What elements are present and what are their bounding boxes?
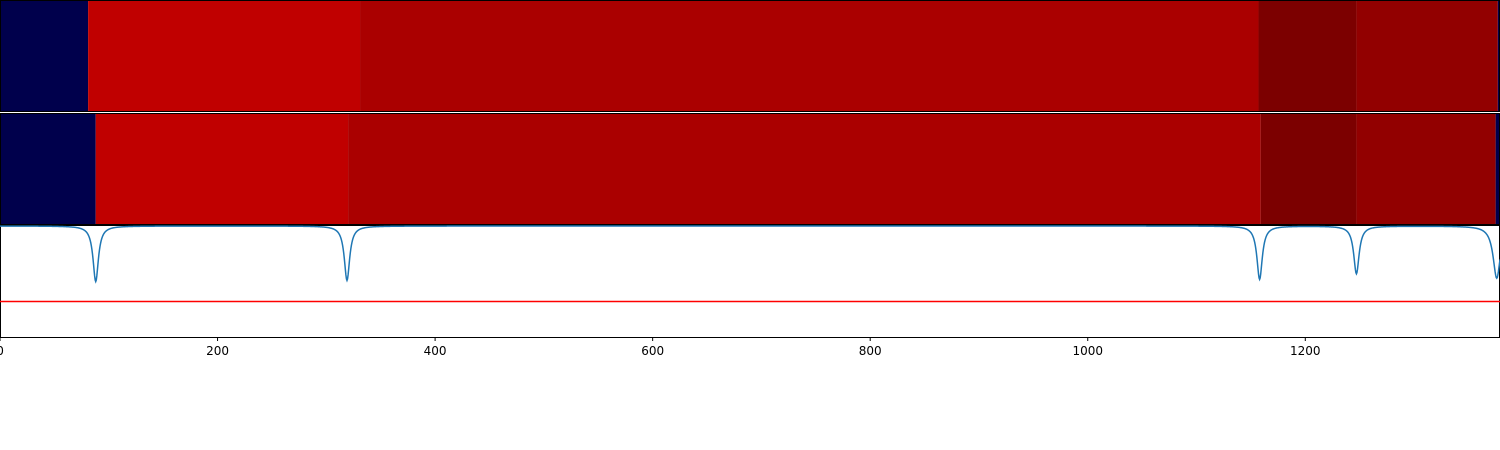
segmentation-figure: 0 200 400 600 800 1000 1200 [0,0,1500,358]
track-1-segment-3 [360,0,1259,112]
x-axis: 0 200 400 600 800 1000 1200 [0,337,1321,358]
x-tick-label: 0 [0,344,4,358]
x-tick-label: 200 [206,344,229,358]
track-2-segment-2 [95,113,349,225]
x-tick-label: 400 [424,344,447,358]
signal-panel-frame [0,225,1500,338]
track-1-segment-5 [1356,0,1498,112]
track-1-segment-4 [1258,0,1357,112]
x-tick-label: 800 [859,344,882,358]
segment-track-1 [0,0,1500,112]
track-1-segment-2 [88,0,361,112]
track-2-segment-5 [1356,113,1496,225]
x-tick-label: 1200 [1290,344,1321,358]
signal-panel [0,225,1500,338]
track-1-segment-1 [0,0,89,112]
segment-track-2 [0,113,1500,225]
track-2-segment-1 [0,113,96,225]
track-2-segment-4 [1260,113,1357,225]
x-tick-label: 1000 [1072,344,1103,358]
x-tick-label: 600 [641,344,664,358]
track-2-segment-3 [348,113,1261,225]
